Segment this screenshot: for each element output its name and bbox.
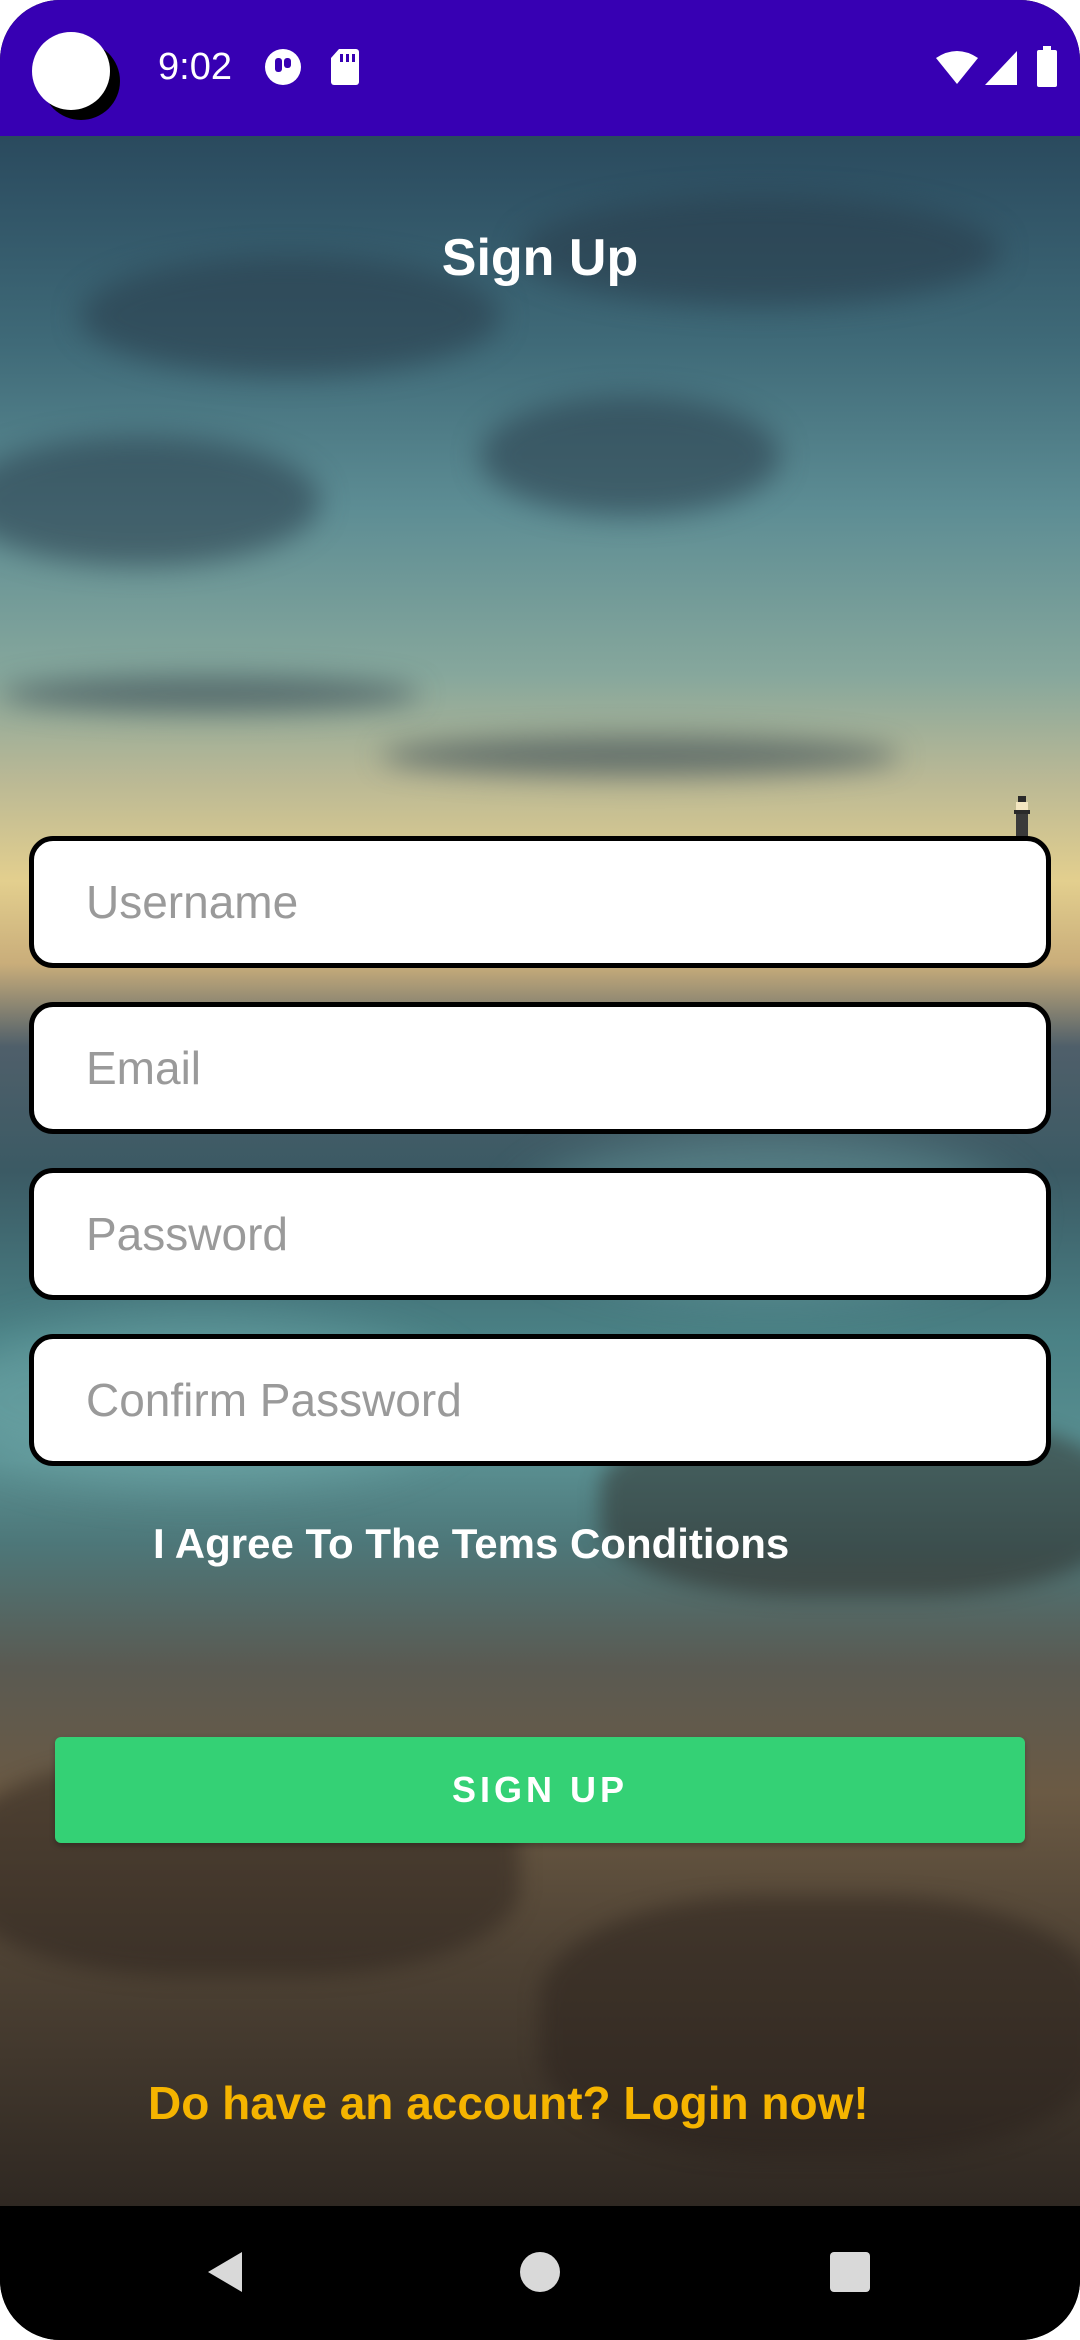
background-cloud <box>0 436 320 566</box>
back-icon[interactable] <box>196 2242 256 2302</box>
username-field[interactable] <box>29 836 1051 968</box>
confirm-password-field[interactable] <box>29 1334 1051 1466</box>
home-icon[interactable] <box>510 2242 570 2302</box>
sign-up-button[interactable]: SIGN UP <box>55 1737 1025 1843</box>
email-field[interactable] <box>29 1002 1051 1134</box>
signup-screen: Sign Up I Agree To The Tems Conditions S… <box>0 136 1080 2206</box>
navigation-bar <box>0 2206 1080 2340</box>
cell-signal-icon <box>984 50 1018 86</box>
terms-agreement-text[interactable]: I Agree To The Tems Conditions <box>153 1520 789 1568</box>
wifi-icon <box>935 50 979 86</box>
background-cloud <box>380 736 900 776</box>
recents-icon[interactable] <box>820 2242 880 2302</box>
status-bar: 9:02 <box>0 0 1080 136</box>
sd-card-icon <box>330 48 360 86</box>
background-cloud <box>0 676 420 712</box>
notification-icon <box>264 48 302 86</box>
status-time: 9:02 <box>158 46 232 88</box>
background-cloud <box>480 396 780 516</box>
page-title: Sign Up <box>441 229 639 287</box>
password-field[interactable] <box>29 1168 1051 1300</box>
camera-cutout <box>32 32 110 110</box>
phone-screen: 9:02 Sign Up Username Email I Agree To T… <box>0 0 1080 2340</box>
battery-icon <box>1036 46 1058 88</box>
login-link[interactable]: Do have an account? Login now! <box>148 2076 869 2130</box>
